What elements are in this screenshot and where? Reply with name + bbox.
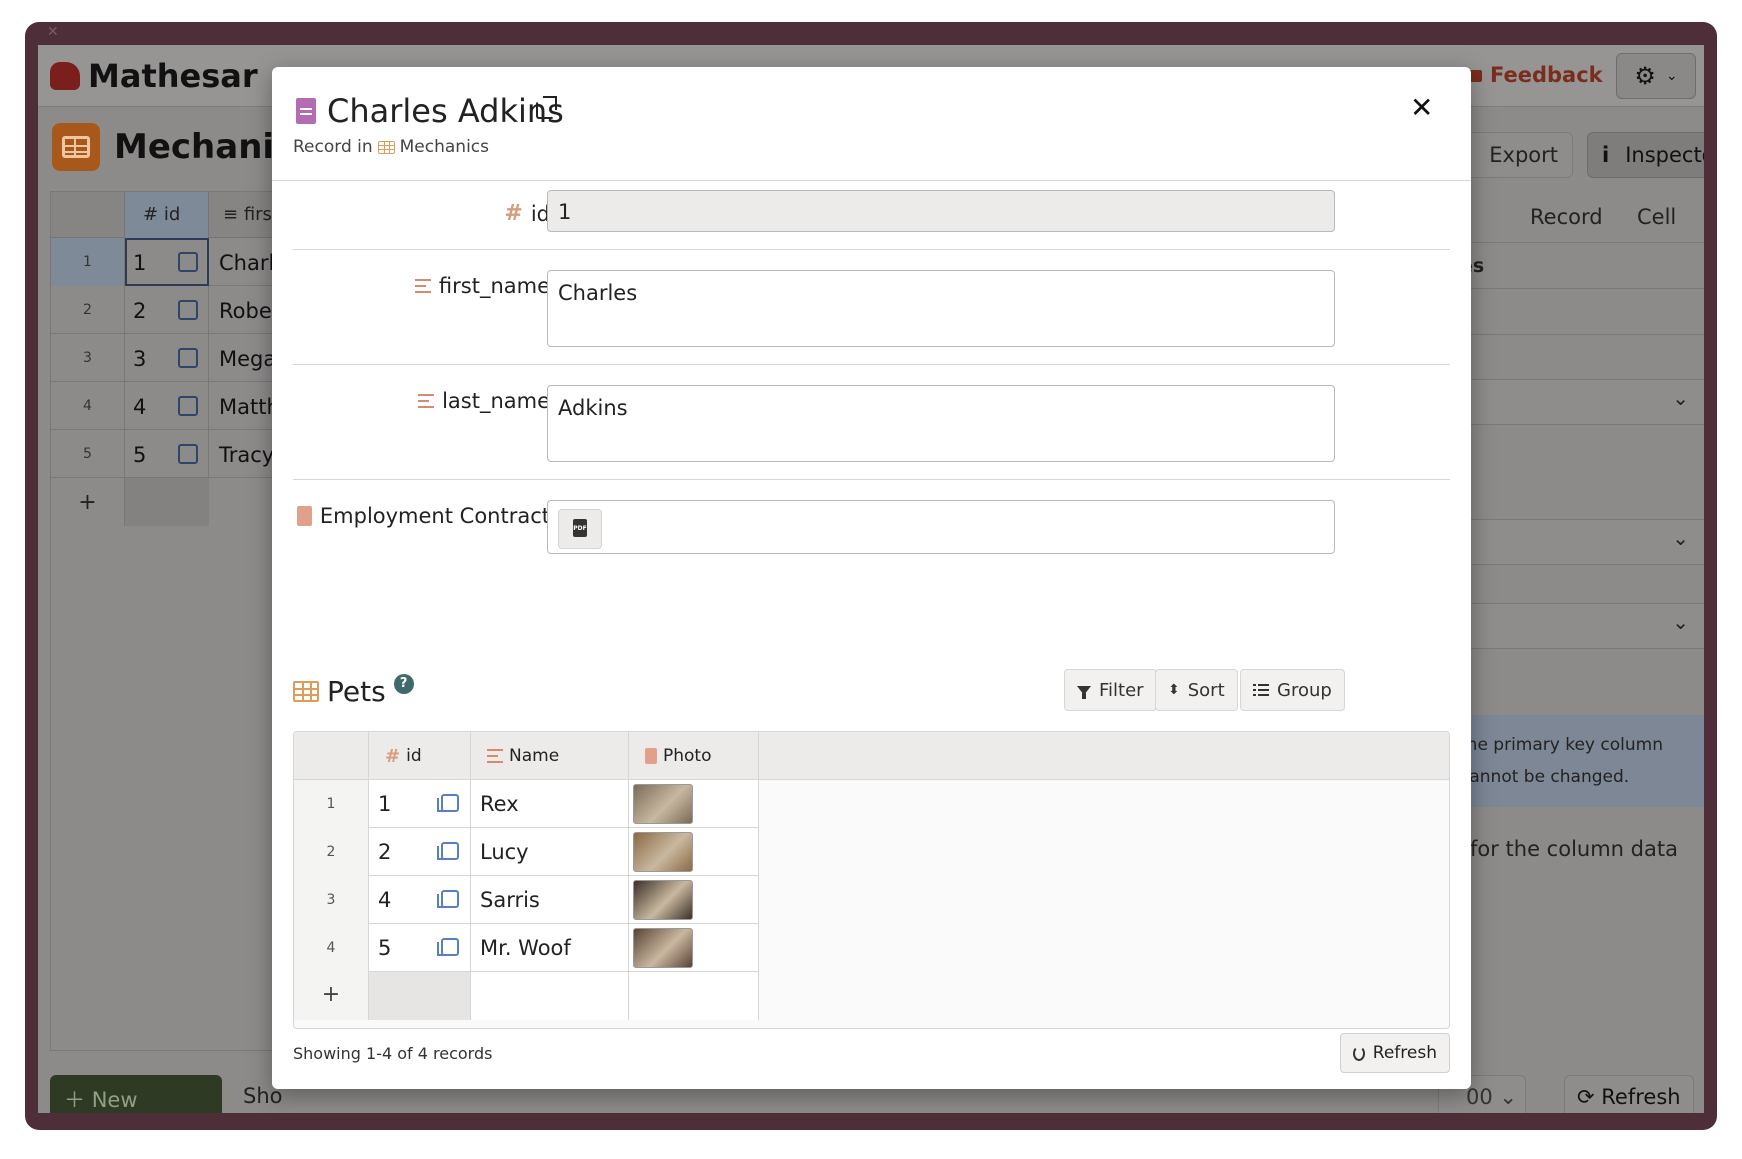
table-row[interactable]: 5 5 Tracy xyxy=(51,430,291,478)
table-row[interactable]: 2 2 Rober xyxy=(51,286,291,334)
modal-header: Charles Adkins ✕ Record in Mechanics xyxy=(272,67,1471,181)
inspector-select[interactable] xyxy=(1450,519,1704,565)
inspector-help-text: n for the column data xyxy=(1450,837,1678,861)
open-record-icon[interactable] xyxy=(437,794,459,812)
table-row[interactable]: 1 1 Charle xyxy=(51,238,291,286)
open-record-icon[interactable] xyxy=(437,890,459,908)
field-label-id[interactable]: # id ⌄ xyxy=(504,201,586,226)
number-type-icon: # xyxy=(504,201,523,226)
first-name-field[interactable]: Charles xyxy=(547,270,1335,347)
field-label-last-name[interactable]: last_name ⌄ xyxy=(418,389,586,413)
close-button[interactable]: ✕ xyxy=(1410,91,1433,124)
window-close-icon[interactable]: ✕ xyxy=(47,24,59,40)
new-record-button[interactable]: ＋ New Record xyxy=(50,1075,222,1113)
related-table-header: Pets ? xyxy=(293,673,414,708)
table-row[interactable]: 4 4 Matth xyxy=(51,382,291,430)
refresh-icon xyxy=(1353,1045,1365,1061)
modal-title: Charles Adkins xyxy=(327,92,564,130)
gear-icon: ⚙ xyxy=(1634,62,1656,90)
photo-thumbnail[interactable] xyxy=(633,880,693,920)
record-modal: Charles Adkins ✕ Record in Mechanics # i… xyxy=(272,67,1471,1089)
filter-icon xyxy=(1077,685,1091,699)
inspector-label: Inspector xyxy=(1625,143,1704,167)
field-row-last-name: last_name ⌄ Adkins xyxy=(293,365,1450,480)
grid-header: # id Name Photo xyxy=(294,732,1449,780)
inspector-section-header[interactable]: es xyxy=(1450,243,1704,289)
inspector-select[interactable] xyxy=(1450,603,1704,649)
table-row[interactable]: 4 5 Mr. Woof xyxy=(294,924,759,972)
photo-thumbnail[interactable] xyxy=(633,928,693,968)
column-header-name[interactable]: Name xyxy=(471,732,629,780)
photo-thumbnail[interactable] xyxy=(633,832,693,872)
field-label-employment-contract[interactable]: Employment Contract ⌄ xyxy=(296,504,586,528)
pdf-file-icon[interactable] xyxy=(558,509,602,549)
add-row[interactable]: + xyxy=(294,972,759,1020)
elephant-logo-icon xyxy=(50,62,80,90)
file-type-icon xyxy=(296,506,312,526)
text-type-icon xyxy=(418,393,435,409)
settings-button[interactable]: ⚙ ⌄ xyxy=(1616,53,1696,99)
inspector-tabs: Record Cell xyxy=(1450,191,1704,243)
sort-icon: ⬍ xyxy=(1168,682,1180,698)
feedback-button[interactable]: Feedback xyxy=(1468,63,1603,87)
inspector-button[interactable]: i Inspector xyxy=(1587,132,1704,178)
text-type-icon xyxy=(487,748,503,764)
record-subtitle: Record in Mechanics xyxy=(293,137,490,157)
field-row-first-name: first_name ⌄ Charles xyxy=(293,250,1450,365)
column-header-id[interactable]: # id xyxy=(369,732,471,780)
sort-button[interactable]: ⬍ Sort xyxy=(1155,669,1238,711)
field-row-employment-contract: Employment Contract ⌄ xyxy=(293,480,1450,570)
add-row-button[interactable]: + xyxy=(294,972,369,1020)
table-row[interactable]: 2 2 Lucy xyxy=(294,828,759,876)
column-header-photo[interactable]: Photo xyxy=(629,732,759,780)
brand-name: Mathesar xyxy=(88,57,258,95)
external-link-icon[interactable] xyxy=(536,96,557,119)
help-icon[interactable]: ? xyxy=(393,673,414,694)
table-row[interactable]: 1 1 Rex xyxy=(294,780,759,828)
refresh-button[interactable]: ⟳ Refresh xyxy=(1564,1075,1694,1113)
employment-contract-field[interactable] xyxy=(547,500,1335,554)
table-icon xyxy=(377,140,395,154)
info-icon: i xyxy=(1602,143,1610,167)
id-field: 1 xyxy=(547,190,1335,232)
table-icon xyxy=(52,123,100,171)
open-record-icon[interactable] xyxy=(437,842,459,860)
text-type-icon xyxy=(414,278,431,294)
list-icon xyxy=(1253,683,1269,697)
brand-logo[interactable]: Mathesar > xyxy=(50,57,306,95)
related-records-grid: # id Name Photo 1 1 Rex 2 2 Lucy 3 4 Sarr… xyxy=(293,731,1450,1029)
row-number-header xyxy=(51,192,125,238)
table-icon xyxy=(293,681,319,702)
column-header-id[interactable]: # id xyxy=(125,192,209,238)
filter-button[interactable]: Filter xyxy=(1064,669,1157,711)
tab-cell[interactable]: Cell xyxy=(1637,205,1676,229)
related-table-title: Pets xyxy=(327,675,386,708)
table-link[interactable]: Mechanics xyxy=(400,137,489,157)
file-type-icon xyxy=(645,748,657,764)
group-button[interactable]: Group xyxy=(1240,669,1345,711)
table-row[interactable]: 3 3 Megar xyxy=(51,334,291,382)
table-row[interactable]: 3 4 Sarris xyxy=(294,876,759,924)
field-label-first-name[interactable]: first_name ⌄ xyxy=(414,274,586,298)
add-row-button[interactable]: + xyxy=(51,478,125,526)
photo-thumbnail[interactable] xyxy=(633,784,693,824)
inspector-section-row[interactable] xyxy=(1450,289,1704,335)
chevron-down-icon: ⌄ xyxy=(1665,68,1678,84)
open-record-icon[interactable] xyxy=(437,938,459,956)
record-count-text: Showing 1-4 of 4 records xyxy=(293,1044,493,1063)
add-row-cell xyxy=(125,478,209,526)
last-name-field[interactable]: Adkins xyxy=(547,385,1335,462)
row-number-header xyxy=(294,732,369,780)
inspector-panel: Record Cell es R the primary key column … xyxy=(1450,191,1704,1051)
inspector-note: the primary key column cannot be changed… xyxy=(1450,715,1704,807)
inspector-select[interactable] xyxy=(1450,379,1704,425)
refresh-button[interactable]: Refresh xyxy=(1340,1033,1450,1073)
record-icon xyxy=(296,98,316,124)
number-type-icon: # xyxy=(385,745,401,767)
tab-record[interactable]: Record xyxy=(1530,205,1603,229)
field-row-id: # id ⌄ 1 xyxy=(293,181,1450,250)
